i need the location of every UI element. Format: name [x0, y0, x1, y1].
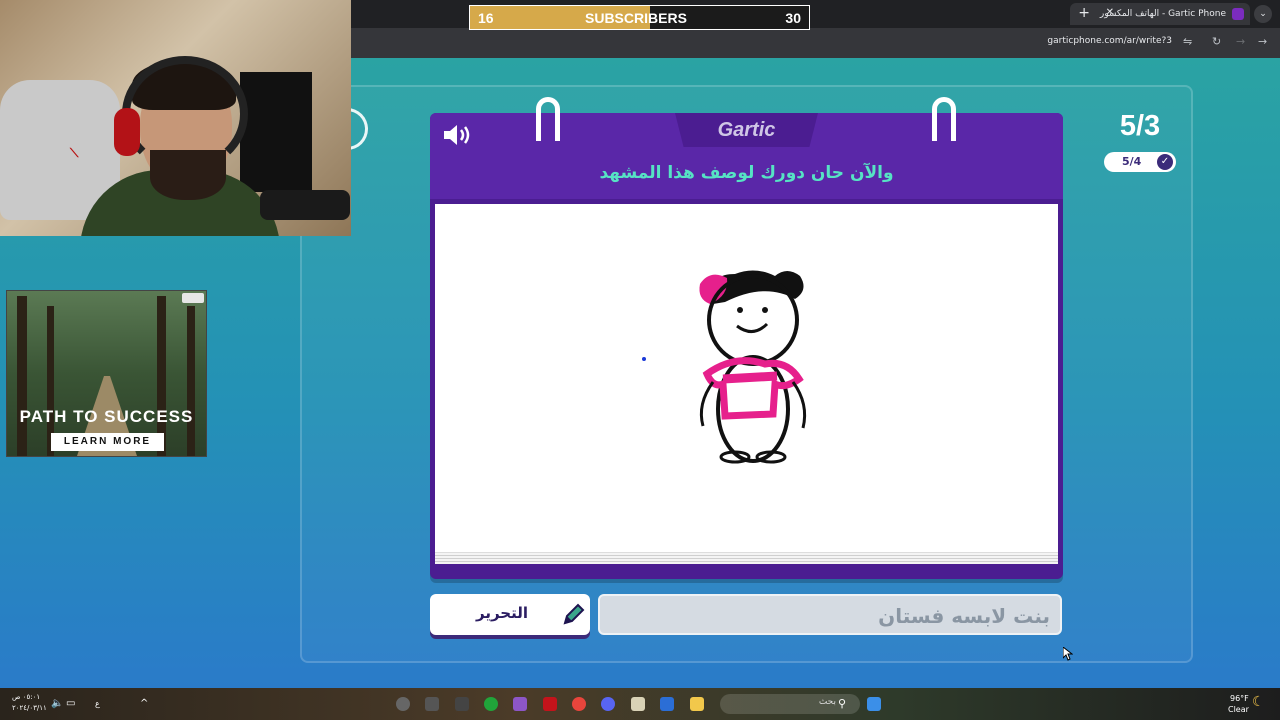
- start-icon[interactable]: [867, 697, 881, 711]
- forward-icon[interactable]: →: [1236, 35, 1245, 48]
- capcut-icon[interactable]: [455, 697, 469, 711]
- ad-tree: [17, 296, 27, 456]
- webcam-headset-cup: [114, 108, 140, 156]
- webcam-overlay: ⟍: [0, 0, 351, 236]
- edit-button-label: التحرير: [476, 604, 529, 622]
- weather-temp: 96°F: [1230, 694, 1249, 703]
- speaker-icon[interactable]: 🔈: [51, 698, 63, 709]
- back-icon[interactable]: →: [1258, 35, 1267, 48]
- clock-time[interactable]: ٠٥:٠١ ص: [12, 693, 40, 701]
- tab-close-icon[interactable]: ✕: [1106, 7, 1114, 18]
- store-icon[interactable]: [631, 697, 645, 711]
- drawing-notebook: Gartic والآن حان دورك لوصف هذا المشهد: [430, 97, 1063, 579]
- ad-learn-more-button[interactable]: LEARN MORE: [51, 433, 164, 451]
- ad-choices-icon[interactable]: [182, 293, 204, 303]
- round-pill-text: 5/4: [1122, 155, 1142, 168]
- network-icon[interactable]: ▭: [66, 698, 75, 709]
- chrome-icon[interactable]: [572, 697, 586, 711]
- moon-icon: ☾: [1252, 694, 1265, 710]
- xbox-icon[interactable]: [484, 697, 498, 711]
- ad-tree: [187, 306, 195, 456]
- webcam-headset: [122, 56, 248, 172]
- app-icon[interactable]: [396, 697, 410, 711]
- webcam-tv: [240, 72, 312, 192]
- tab-title: Gartic Phone - الهاتف المكسور: [1099, 9, 1226, 19]
- webcam-microphone: [260, 190, 350, 220]
- new-tab-icon[interactable]: +: [1078, 5, 1090, 21]
- answer-input[interactable]: بنت لابسه فستان: [598, 594, 1062, 635]
- notebook-ring: [536, 97, 560, 141]
- webcam-chair-logo: ⟍: [70, 146, 79, 160]
- sound-icon[interactable]: [442, 123, 474, 147]
- edit-button[interactable]: التحرير: [430, 594, 590, 635]
- mouse-cursor-icon: [1063, 647, 1073, 661]
- subscriber-goal: 30: [785, 10, 801, 26]
- prompt-text: والآن حان دورك لوصف هذا المشهد: [599, 163, 894, 183]
- clock-date[interactable]: ٢٠٢٤/٠٣/١١: [12, 704, 47, 712]
- language-indicator[interactable]: ع: [95, 699, 100, 708]
- subscriber-goal-bar: 16 SUBSCRIBERS 30: [469, 5, 810, 30]
- discord-icon[interactable]: [601, 697, 615, 711]
- ad-headline: PATH TO SUCCESS: [19, 407, 194, 426]
- site-settings-icon[interactable]: ⇋: [1183, 35, 1192, 48]
- notebook-ring: [932, 97, 956, 141]
- url-text[interactable]: garticphone.com/ar/write?3: [1047, 36, 1172, 46]
- controller-icon[interactable]: [513, 697, 527, 711]
- answer-text: بنت لابسه فستان: [878, 604, 1050, 628]
- app-icon[interactable]: [543, 697, 557, 711]
- tab-search-icon[interactable]: ⌄: [1254, 5, 1272, 23]
- subscriber-current: 16: [478, 10, 494, 26]
- round-progress-pill: 5/4 ✓: [1104, 152, 1176, 172]
- word-icon[interactable]: [660, 697, 674, 711]
- app-icon[interactable]: [425, 697, 439, 711]
- reload-icon[interactable]: ↻: [1212, 35, 1221, 48]
- chevron-up-icon[interactable]: ^: [140, 698, 148, 709]
- ad-banner[interactable]: PATH TO SUCCESS LEARN MORE: [6, 290, 207, 457]
- ad-tree: [157, 296, 166, 456]
- drawing-canvas: [435, 204, 1058, 552]
- notebook-header: Gartic والآن حان دورك لوصف هذا المشهد: [430, 113, 1063, 199]
- search-label: بحث: [818, 697, 836, 707]
- browser-tab[interactable]: Gartic Phone - الهاتف المكسور: [1070, 3, 1250, 25]
- gartic-favicon-icon: [1232, 8, 1244, 20]
- pencil-icon: [563, 603, 585, 625]
- check-icon: ✓: [1157, 154, 1173, 170]
- weather-desc: Clear: [1228, 705, 1249, 714]
- search-icon: ⚲: [838, 697, 847, 710]
- girl-drawing: [699, 270, 807, 464]
- file-explorer-icon[interactable]: [690, 697, 704, 711]
- subscriber-label: SUBSCRIBERS: [585, 10, 687, 26]
- round-counter: 5/3: [1119, 110, 1161, 142]
- notebook-page-edges: [435, 552, 1058, 564]
- gartic-logo: Gartic: [717, 119, 776, 141]
